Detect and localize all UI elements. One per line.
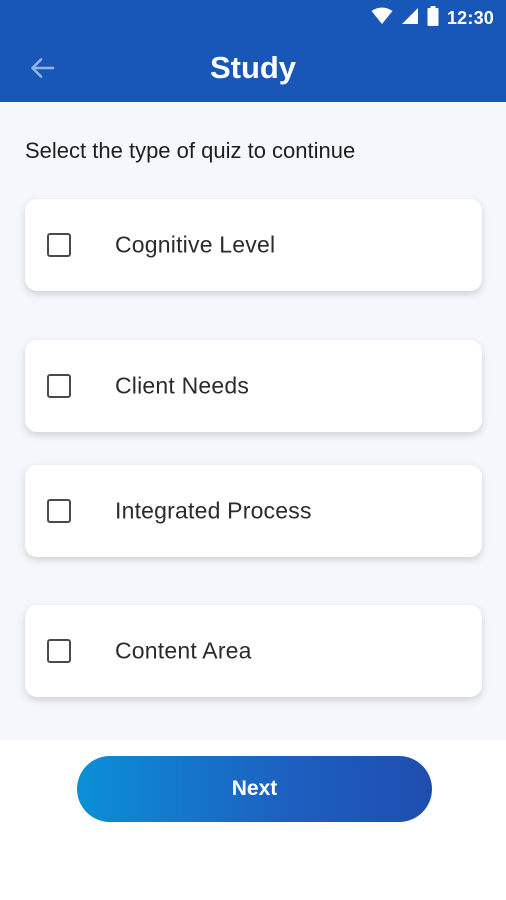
status-time: 12:30 (446, 7, 494, 28)
battery-icon (427, 5, 439, 31)
footer: Next (0, 740, 506, 900)
option-content-area[interactable]: Content Area (25, 605, 482, 697)
next-button[interactable]: Next (77, 756, 432, 822)
option-label: Content Area (115, 637, 252, 664)
study-screen: 12:30 Study Select the type of quiz to c… (0, 0, 506, 900)
checkbox[interactable] (47, 374, 71, 398)
instruction-text: Select the type of quiz to continue (25, 138, 356, 163)
option-client-needs[interactable]: Client Needs (25, 340, 482, 432)
wifi-icon (371, 7, 393, 30)
option-cognitive-level[interactable]: Cognitive Level (25, 199, 482, 291)
option-label: Client Needs (115, 372, 250, 399)
checkbox[interactable] (47, 639, 71, 663)
checkbox[interactable] (47, 233, 71, 257)
checkbox[interactable] (47, 499, 71, 523)
app-header: 12:30 Study (0, 0, 506, 102)
status-icons (371, 5, 439, 31)
signal-icon (401, 7, 419, 30)
quiz-type-content: Select the type of quiz to continue Cogn… (0, 102, 506, 740)
status-bar: 12:30 (0, 0, 506, 36)
page-title: Study (209, 50, 297, 85)
option-label: Integrated Process (115, 497, 312, 524)
option-label: Cognitive Level (115, 231, 276, 258)
option-integrated-process[interactable]: Integrated Process (25, 465, 482, 557)
